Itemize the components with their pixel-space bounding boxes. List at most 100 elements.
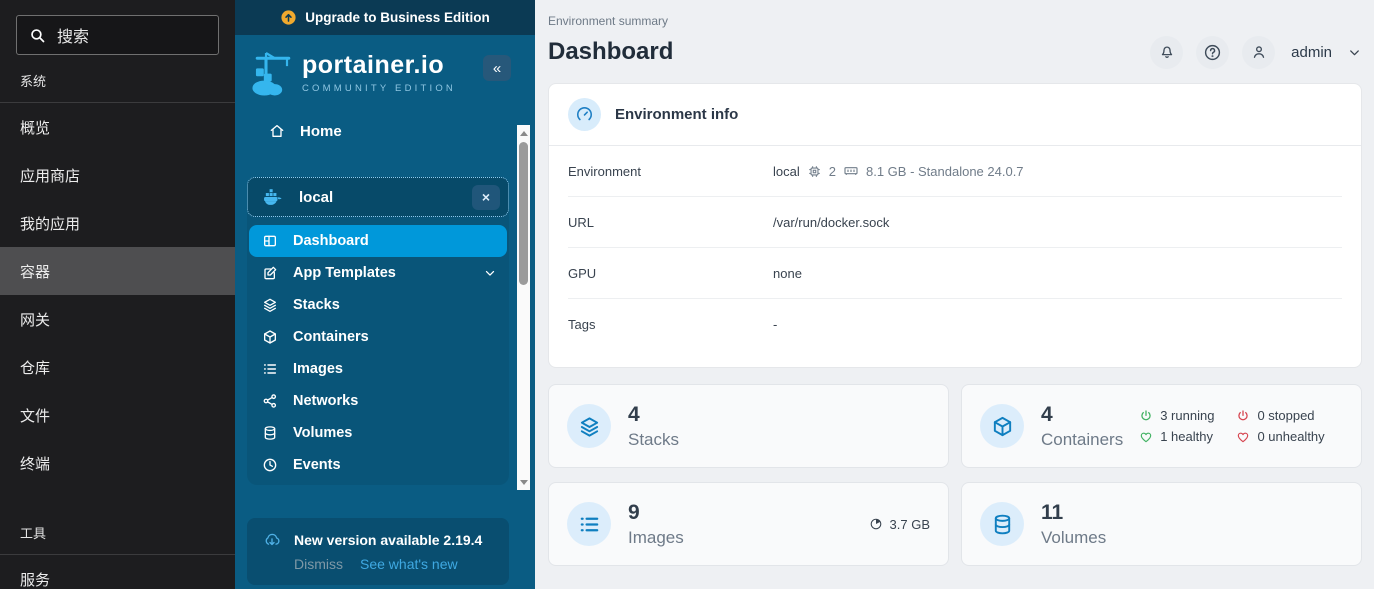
list-icon [262, 361, 278, 377]
menu-item-label: Volumes [293, 425, 352, 441]
gpu-value: none [773, 266, 802, 281]
version-notice-title: New version available 2.19.4 [294, 532, 482, 548]
unhealthy-label: 0 unhealthy [1257, 429, 1324, 444]
menu-item-containers[interactable]: Containers [249, 321, 507, 353]
tags-value: - [773, 317, 777, 332]
portainer-sidebar: Upgrade to Business Edition portainer.io… [235, 0, 535, 589]
user-menu-button[interactable] [1242, 36, 1275, 69]
user-name[interactable]: admin [1291, 44, 1332, 61]
chevron-down-icon[interactable] [1347, 45, 1362, 60]
host-sidebar: 搜索 系统 概览 应用商店 我的应用 容器 网关 仓库 文件 终端 工具 服务 [0, 0, 235, 589]
menu-item-events[interactable]: Events [249, 449, 507, 481]
menu-item-label: Stacks [293, 297, 340, 313]
main-content: Environment summary Dashboard [535, 0, 1374, 589]
containers-count: 4 [1041, 401, 1123, 428]
close-icon[interactable]: × [472, 185, 500, 210]
cube-icon [980, 404, 1024, 448]
menu-item-label: App Templates [293, 265, 396, 281]
stacks-icon [567, 404, 611, 448]
stacks-count: 4 [628, 401, 679, 428]
notifications-button[interactable] [1150, 36, 1183, 69]
volumes-count: 11 [1041, 499, 1106, 526]
clock-icon [262, 457, 278, 473]
menu-item-dashboard[interactable]: Dashboard [249, 225, 507, 257]
menu-item-app-templates[interactable]: App Templates [249, 257, 507, 289]
sidebar-scrollbar[interactable] [517, 125, 530, 490]
question-icon [1203, 43, 1222, 62]
info-label: GPU [568, 266, 773, 281]
containers-card[interactable]: 4 Containers 3 running [961, 384, 1362, 468]
sidebar-item-app-store[interactable]: 应用商店 [0, 151, 235, 199]
volumes-card[interactable]: 11 Volumes [961, 482, 1362, 566]
database-icon [980, 502, 1024, 546]
stacks-icon [262, 297, 278, 313]
search-input[interactable]: 搜索 [16, 15, 219, 55]
menu-item-label: Containers [293, 329, 369, 345]
heart-icon [1236, 430, 1250, 444]
environment-value: local [773, 164, 800, 179]
upgrade-arrow-icon [280, 9, 297, 26]
unhealthy-stat: 0 unhealthy [1236, 429, 1324, 444]
menu-item-images[interactable]: Images [249, 353, 507, 385]
sidebar-item-my-apps[interactable]: 我的应用 [0, 199, 235, 247]
sidebar-item-services[interactable]: 服务 [0, 555, 235, 589]
dismiss-link[interactable]: Dismiss [294, 556, 343, 572]
menu-item-stacks[interactable]: Stacks [249, 289, 507, 321]
bell-icon [1158, 43, 1176, 61]
menu-item-networks[interactable]: Networks [249, 385, 507, 417]
environment-selector[interactable]: local × [247, 177, 509, 217]
images-label: Images [628, 527, 684, 549]
volumes-label: Volumes [1041, 527, 1106, 549]
healthy-label: 1 healthy [1160, 429, 1213, 444]
scroll-down-arrow[interactable] [517, 475, 530, 489]
stacks-label: Stacks [628, 429, 679, 451]
menu-item-volumes[interactable]: Volumes [249, 417, 507, 449]
power-icon [1139, 409, 1153, 423]
power-icon [1236, 409, 1250, 423]
stopped-label: 0 stopped [1257, 408, 1314, 423]
database-icon [262, 425, 278, 441]
scroll-up-arrow[interactable] [517, 126, 530, 140]
sidebar-item-gateway[interactable]: 网关 [0, 295, 235, 343]
home-label: Home [300, 123, 342, 140]
logo-title: portainer.io [302, 51, 456, 80]
info-label: Environment [568, 164, 773, 179]
images-size: 3.7 GB [869, 517, 930, 532]
user-icon [1250, 43, 1268, 61]
see-whats-new-link[interactable]: See what's new [360, 556, 458, 572]
help-button[interactable] [1196, 36, 1229, 69]
sidebar-item-terminal[interactable]: 终端 [0, 439, 235, 487]
info-label: Tags [568, 317, 773, 332]
url-value: /var/run/docker.sock [773, 215, 889, 230]
images-count: 9 [628, 499, 684, 526]
containers-label: Containers [1041, 429, 1123, 451]
panel-title: Environment info [615, 106, 738, 123]
running-label: 3 running [1160, 408, 1214, 423]
cpu-count: 2 [829, 164, 836, 179]
environment-panel: local × Dashboard App Templ [247, 177, 509, 485]
stacks-card[interactable]: 4 Stacks [548, 384, 949, 468]
sidebar-item-containers[interactable]: 容器 [0, 247, 235, 295]
scrollbar-thumb[interactable] [519, 142, 528, 285]
chevron-down-icon[interactable] [483, 266, 497, 280]
spacer [0, 487, 235, 509]
sidebar-item-home[interactable]: Home [235, 113, 535, 149]
sidebar-item-overview[interactable]: 概览 [0, 103, 235, 151]
memory-icon [843, 163, 859, 179]
menu-item-label: Images [293, 361, 343, 377]
search-placeholder: 搜索 [57, 23, 89, 47]
sidebar-collapse-button[interactable]: « [483, 55, 511, 81]
menu-item-label: Dashboard [293, 233, 369, 249]
sidebar-item-repository[interactable]: 仓库 [0, 343, 235, 391]
info-label: URL [568, 215, 773, 230]
logo-subtitle: COMMUNITY EDITION [302, 83, 456, 94]
environment-info-panel: Environment info Environment local 2 [548, 83, 1362, 368]
info-row-environment: Environment local 2 8.1 GB - Standalone … [549, 146, 1361, 196]
sidebar-item-files[interactable]: 文件 [0, 391, 235, 439]
section-label-tools: 工具 [0, 509, 235, 554]
upgrade-banner[interactable]: Upgrade to Business Edition [235, 0, 535, 35]
page-title: Dashboard [548, 38, 673, 66]
images-card[interactable]: 9 Images 3.7 GB [548, 482, 949, 566]
images-size-value: 3.7 GB [890, 517, 930, 532]
search-icon [29, 27, 46, 44]
